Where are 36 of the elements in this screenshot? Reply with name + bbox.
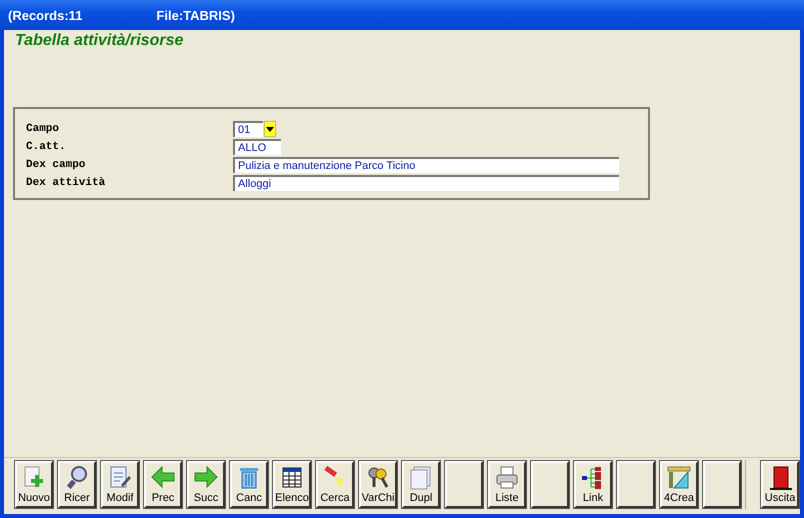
toolbar-button[interactable]: Prec <box>144 461 182 508</box>
input-field[interactable]: Pulizia e manutenzione Parco Ticino <box>233 157 619 173</box>
blank-button[interactable] <box>445 461 483 508</box>
toolbar-button[interactable]: Liste <box>488 461 526 508</box>
right-arrow-icon <box>193 465 219 491</box>
toolbar-button[interactable]: Link <box>574 461 612 508</box>
dropdown-arrow-icon[interactable] <box>264 121 276 137</box>
field-label: Dex campo <box>26 159 86 171</box>
left-arrow-icon <box>150 465 176 491</box>
dropdown-field[interactable]: 01 <box>233 121 263 137</box>
field-label: C.att. <box>26 141 67 153</box>
toolbar-button[interactable]: Nuovo <box>15 461 53 508</box>
form-heading: Tabella attività/risorse <box>14 31 184 50</box>
blank-button[interactable] <box>617 461 655 508</box>
toolbar-button[interactable]: Modif <box>101 461 139 508</box>
input-field[interactable]: ALLO <box>233 139 281 155</box>
input-field[interactable]: Alloggi <box>233 175 619 191</box>
exit-button[interactable]: Uscita <box>761 461 800 508</box>
set-square-icon <box>666 465 692 491</box>
blank-button[interactable] <box>531 461 569 508</box>
toolbar-button[interactable]: Ricer <box>58 461 96 508</box>
toolbar-button[interactable]: Canc <box>230 461 268 508</box>
magnifier-icon <box>64 465 90 491</box>
blank-button[interactable] <box>703 461 741 508</box>
field-label: Campo <box>26 123 60 135</box>
toolbar-button[interactable]: 4Crea <box>660 461 698 508</box>
toolbar-button[interactable]: VarChi <box>359 461 397 508</box>
toolbar-button[interactable]: Succ <box>187 461 225 508</box>
field-label: Dex attività <box>26 177 106 189</box>
toolbar-button[interactable]: Cerca <box>316 461 354 508</box>
printer-icon <box>494 465 520 491</box>
toolbar-button[interactable]: Dupl <box>402 461 440 508</box>
toolbar-button[interactable]: Elenco <box>273 461 311 508</box>
door-icon <box>767 465 794 491</box>
file-name: File:TABRIS) <box>156 8 235 22</box>
records-count: (Records:11 <box>8 8 82 22</box>
